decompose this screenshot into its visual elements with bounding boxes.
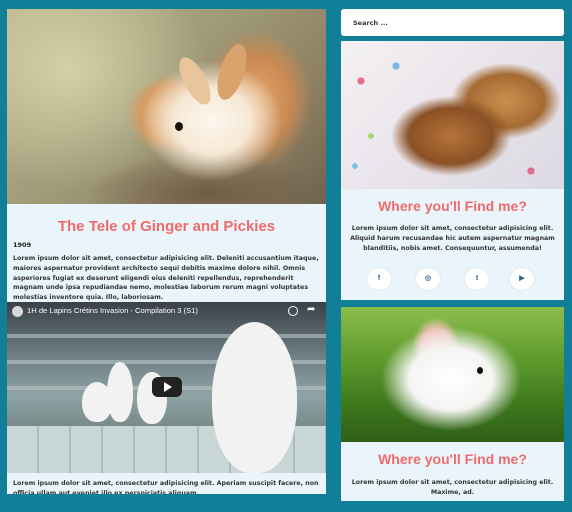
video-title[interactable]: 1H de Lapins Crétins Invasion - Compilat… [27,306,198,315]
article-year: 1909 [13,241,32,249]
play-button[interactable] [152,377,182,397]
facebook-icon[interactable]: f [367,268,391,290]
card-title-2: Where you'll Find me? [378,451,527,467]
twitter-icon[interactable]: t [465,268,489,290]
card-text: Lorem ipsum dolor sit amet, consectetur … [350,225,555,252]
white-rabbit-image [341,307,564,442]
rabbits-on-blanket-image [341,41,564,189]
card-text-2: Lorem ipsum dolor sit amet, consectetur … [351,479,554,496]
sidebar-card-2: Where you'll Find me? Lorem ipsum dolor … [341,307,564,501]
article-paragraph-2: Lorem ipsum dolor sit amet, consectetur … [13,480,319,494]
hero-rabbit-image [7,9,326,204]
watch-later-icon[interactable] [288,306,298,316]
youtube-icon[interactable]: ▶ [510,268,534,290]
article-card: The Tele of Ginger and Pickies 1909 Lore… [7,9,326,494]
share-icon[interactable]: ➦ [307,304,315,315]
sidebar: Where you'll Find me? Lorem ipsum dolor … [341,9,564,501]
article-title: The Tele of Ginger and Pickies [57,218,276,235]
card-title: Where you'll Find me? [378,198,527,214]
sidebar-card: Where you'll Find me? Lorem ipsum dolor … [341,41,564,300]
search-input[interactable] [341,9,564,36]
article-paragraph: Lorem ipsum dolor sit amet, consectetur … [13,255,319,302]
instagram-icon[interactable]: ◎ [416,268,440,290]
social-links: f ◎ t ▶ [341,268,564,290]
channel-avatar[interactable] [12,306,23,317]
video-player[interactable]: 1H de Lapins Crétins Invasion - Compilat… [7,302,326,473]
